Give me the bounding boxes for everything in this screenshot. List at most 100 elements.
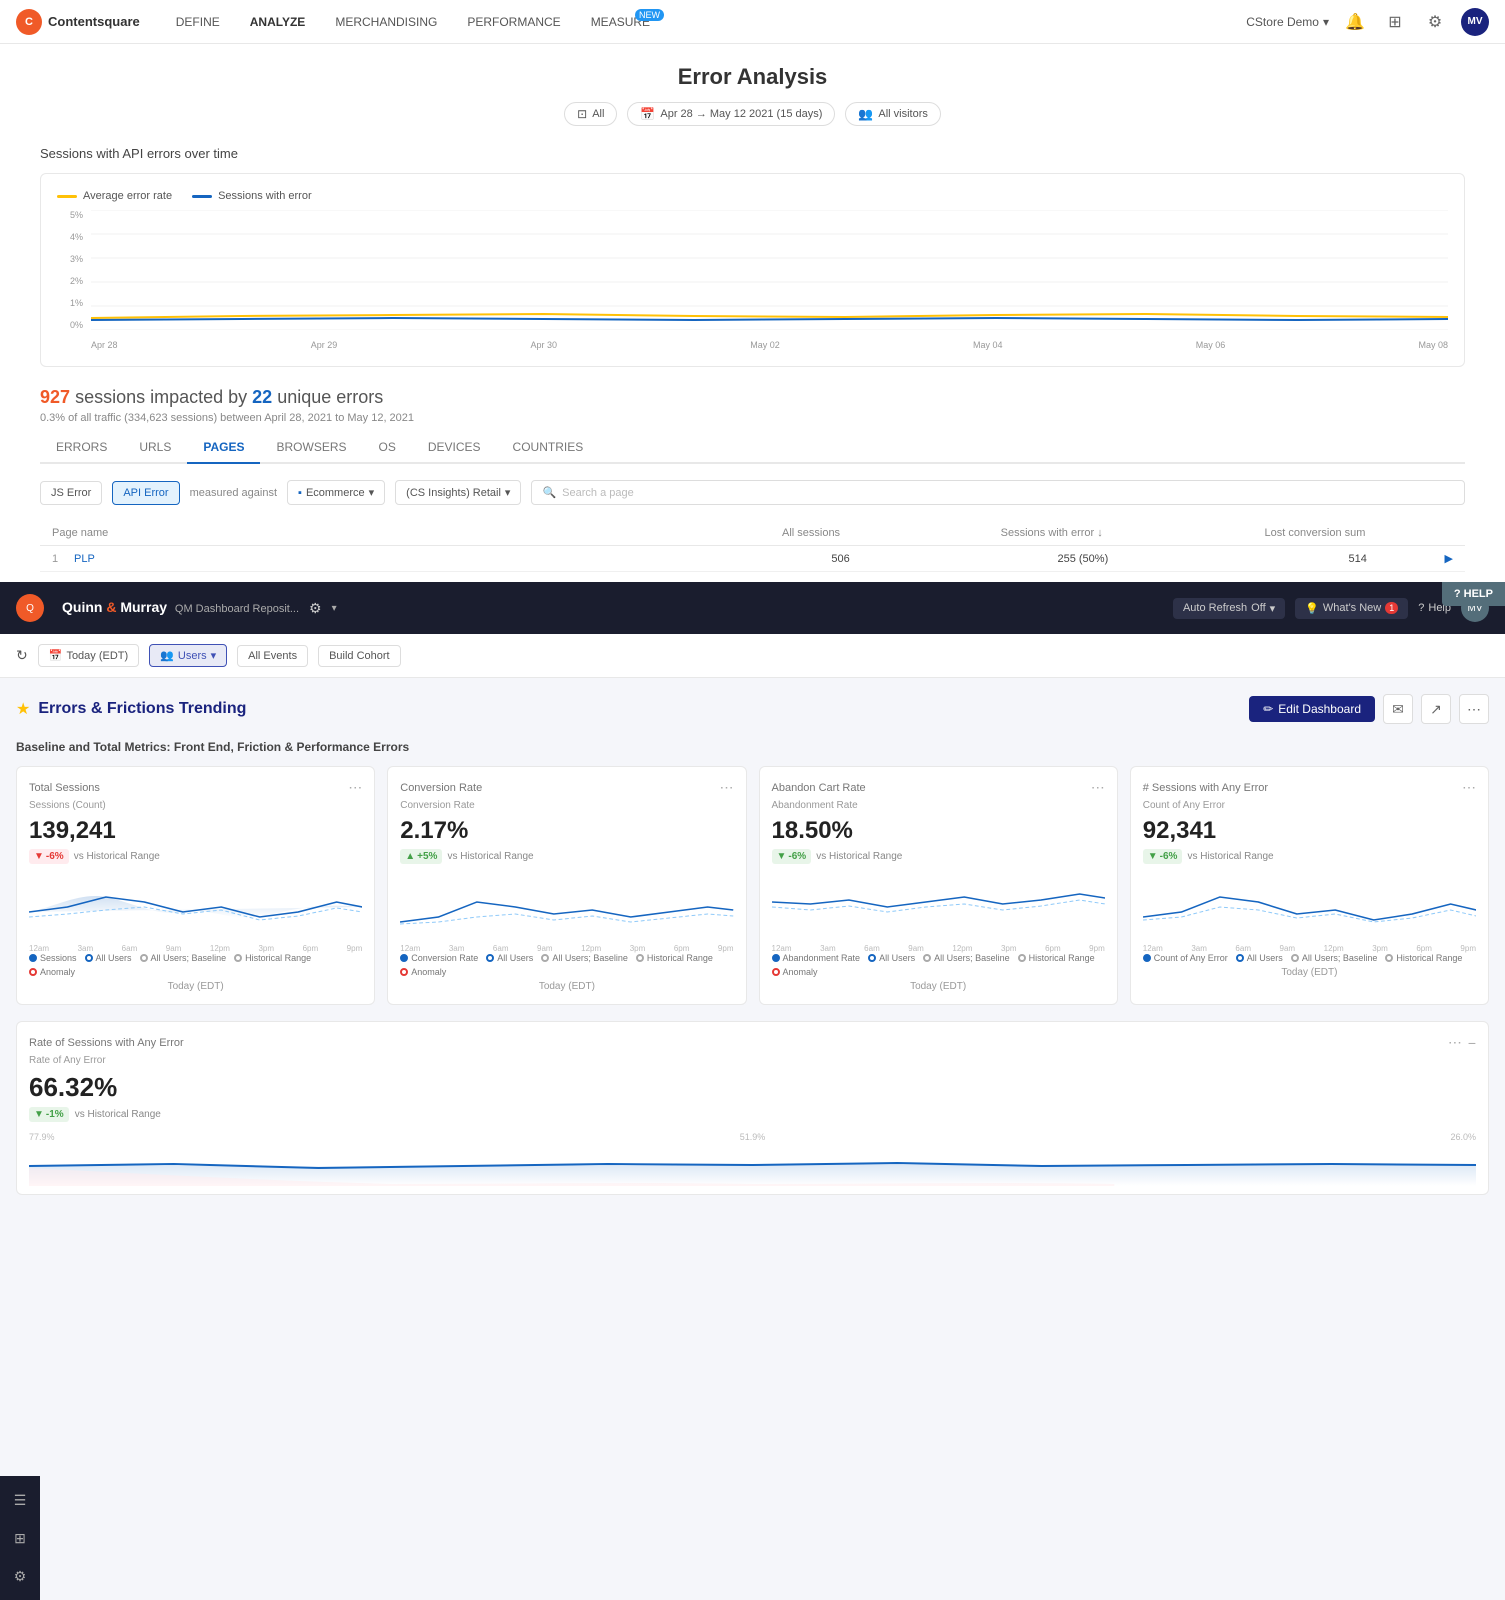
conversion-sub: Conversion Rate (400, 800, 733, 811)
row-number: 1 (52, 553, 66, 565)
user-avatar[interactable]: MV (1461, 8, 1489, 36)
whats-new-badge: 1 (1385, 602, 1398, 614)
legend-avg-error: Average error rate (57, 190, 172, 202)
edit-dashboard-btn[interactable]: ✏ Edit Dashboard (1249, 696, 1375, 722)
rate-of-sessions-card: Rate of Sessions with Any Error ⋯ − Rate… (16, 1021, 1489, 1195)
segment-filter[interactable]: ⊡ All (564, 102, 617, 126)
conversion-more-btn[interactable]: ⋯ (720, 779, 734, 796)
help-overlay-btn[interactable]: ? HELP (1442, 582, 1505, 606)
sessions-time: Today (EDT) (29, 981, 362, 992)
rate-collapse-btn[interactable]: − (1468, 1035, 1476, 1051)
ecommerce-btn[interactable]: ▪ Ecommerce ▾ (287, 480, 385, 505)
row-page-name: PLP (74, 553, 591, 565)
settings-icon-btn[interactable]: ⚙ (1421, 8, 1449, 36)
row-sessions-error: 255 (50%) (850, 553, 1109, 565)
metric-title-conversion: Conversion Rate (400, 782, 482, 794)
search-icon: 🔍 (542, 486, 556, 499)
auto-refresh-toggle[interactable]: Auto Refresh Off ▾ (1173, 598, 1285, 619)
store-selector[interactable]: CStore Demo ▾ (1246, 15, 1329, 29)
qm-subtitle: QM Dashboard Reposit... (175, 603, 299, 615)
measured-against-label: measured against (190, 487, 277, 499)
sessions-x-labels: 12am 3am 6am 9am 12pm 3pm 6pm 9pm (29, 944, 362, 953)
rate-sub: Rate of Any Error (29, 1055, 1476, 1066)
qm-logo-icon: Q (16, 594, 44, 622)
rate-change-vs: vs Historical Range (75, 1109, 161, 1120)
all-events-btn[interactable]: All Events (237, 645, 308, 667)
row-play-btn[interactable]: ▶ (1367, 552, 1453, 565)
table-row[interactable]: 1 PLP 506 255 (50%) 514 ▶ (40, 546, 1465, 572)
insight-btn[interactable]: (CS Insights) Retail ▾ (395, 480, 521, 505)
sidebar-menu-icon[interactable]: ☰ (4, 1484, 36, 1516)
share-btn[interactable]: ↗ (1421, 694, 1451, 724)
cs-logo[interactable]: C Contentsquare (16, 9, 140, 35)
abandon-mini-chart (772, 872, 1105, 936)
dashboard-toolbar: ↻ 📅 Today (EDT) 👥 Users ▾ All Events Bui… (0, 634, 1505, 678)
qm-title-area: Quinn & Murray QM Dashboard Reposit... (62, 599, 299, 617)
refresh-icon[interactable]: ↻ (16, 647, 28, 664)
left-sidebar: ☰ ⊞ ⚙ (0, 1476, 40, 1600)
tab-countries[interactable]: COUNTRIES (497, 432, 600, 464)
rate-value: 66.32% (29, 1072, 1476, 1103)
top-navigation: C Contentsquare DEFINE ANALYZE MERCHANDI… (0, 0, 1505, 44)
tab-os[interactable]: OS (363, 432, 412, 464)
page-search-field[interactable]: 🔍 Search a page (531, 480, 1465, 505)
js-error-btn[interactable]: JS Error (40, 481, 102, 505)
date-filter[interactable]: 📅 Apr 28 → May 12 2021 (15 days) (627, 102, 835, 126)
rate-chart-svg (29, 1146, 1476, 1186)
measure-badge: NEW (635, 9, 664, 21)
cs-logo-icon: C (16, 9, 42, 35)
chart-svg-wrapper (91, 210, 1448, 330)
abandon-more-btn[interactable]: ⋯ (1091, 779, 1105, 796)
tab-browsers[interactable]: BROWSERS (260, 432, 362, 464)
cs-logo-text: Contentsquare (48, 14, 140, 29)
stats-sub: 0.3% of all traffic (334,623 sessions) b… (40, 412, 1465, 424)
more-options-btn[interactable]: ⋯ (1459, 694, 1489, 724)
tab-pages[interactable]: PAGES (187, 432, 260, 464)
segment-users-btn[interactable]: 👥 Users ▾ (149, 644, 227, 667)
col-header-lost-conversion: Lost conversion sum (1103, 527, 1366, 539)
x-axis: Apr 28 Apr 29 Apr 30 May 02 May 04 May 0… (91, 340, 1448, 350)
tab-devices[interactable]: DEVICES (412, 432, 497, 464)
metric-card-header-abandon: Abandon Cart Rate ⋯ (772, 779, 1105, 796)
search-placeholder: Search a page (562, 487, 634, 499)
error-tabs: ERRORS URLS PAGES BROWSERS OS DEVICES CO… (40, 432, 1465, 464)
rate-more-btn[interactable]: ⋯ (1448, 1034, 1462, 1051)
tab-urls[interactable]: URLS (123, 432, 187, 464)
email-share-btn[interactable]: ✉ (1383, 694, 1413, 724)
qm-logo: Q (16, 594, 44, 622)
nav-item-define[interactable]: DEFINE (164, 11, 232, 33)
metric-card-header-conversion: Conversion Rate ⋯ (400, 779, 733, 796)
sessions-more-btn[interactable]: ⋯ (348, 779, 362, 796)
tab-errors[interactable]: ERRORS (40, 432, 123, 464)
nav-item-merchandising[interactable]: MERCHANDISING (323, 11, 449, 33)
visitors-icon: 👥 (858, 107, 873, 121)
bell-icon-btn[interactable]: 🔔 (1341, 8, 1369, 36)
sidebar-settings-icon[interactable]: ⚙ (4, 1560, 36, 1592)
dashboard-header: ★ Errors & Frictions Trending ✏ Edit Das… (16, 694, 1489, 724)
grid-icon-btn[interactable]: ⊞ (1381, 8, 1409, 36)
conversion-chart-svg (400, 872, 733, 936)
sidebar-search-icon[interactable]: ⊞ (4, 1522, 36, 1554)
whats-new-btn[interactable]: 💡 What's New 1 (1295, 598, 1408, 619)
filter-bar: ⊡ All 📅 Apr 28 → May 12 2021 (15 days) 👥… (40, 102, 1465, 126)
nav-item-analyze[interactable]: ANALYZE (238, 11, 318, 33)
conversion-change-vs: vs Historical Range (447, 851, 533, 862)
visitors-filter[interactable]: 👥 All visitors (845, 102, 940, 126)
rate-change: ▼ -1% vs Historical Range (29, 1107, 1476, 1122)
sessions-error-time: Today (EDT) (1143, 967, 1476, 978)
favorite-icon[interactable]: ★ (16, 699, 30, 719)
qm-settings-icon[interactable]: ⚙ (309, 600, 322, 617)
sessions-change-badge: ▼ -6% (29, 849, 69, 864)
nav-item-performance[interactable]: PERFORMANCE (455, 11, 572, 33)
stats-headline: 927 sessions impacted by 22 unique error… (40, 387, 1465, 424)
qm-company-name: Quinn & Murray (62, 599, 171, 615)
abandon-value: 18.50% (772, 817, 1105, 845)
qm-dropdown-caret[interactable]: ▾ (332, 603, 337, 614)
build-cohort-btn[interactable]: Build Cohort (318, 645, 401, 667)
date-picker-btn[interactable]: 📅 Today (EDT) (38, 644, 139, 667)
top-nav-items: DEFINE ANALYZE MERCHANDISING PERFORMANCE… (164, 11, 1247, 33)
api-error-btn[interactable]: API Error (112, 481, 179, 505)
sessions-error-more-btn[interactable]: ⋯ (1462, 779, 1476, 796)
nav-item-measure[interactable]: MEASURE NEW (579, 11, 662, 33)
whats-new-icon: 💡 (1305, 602, 1319, 615)
